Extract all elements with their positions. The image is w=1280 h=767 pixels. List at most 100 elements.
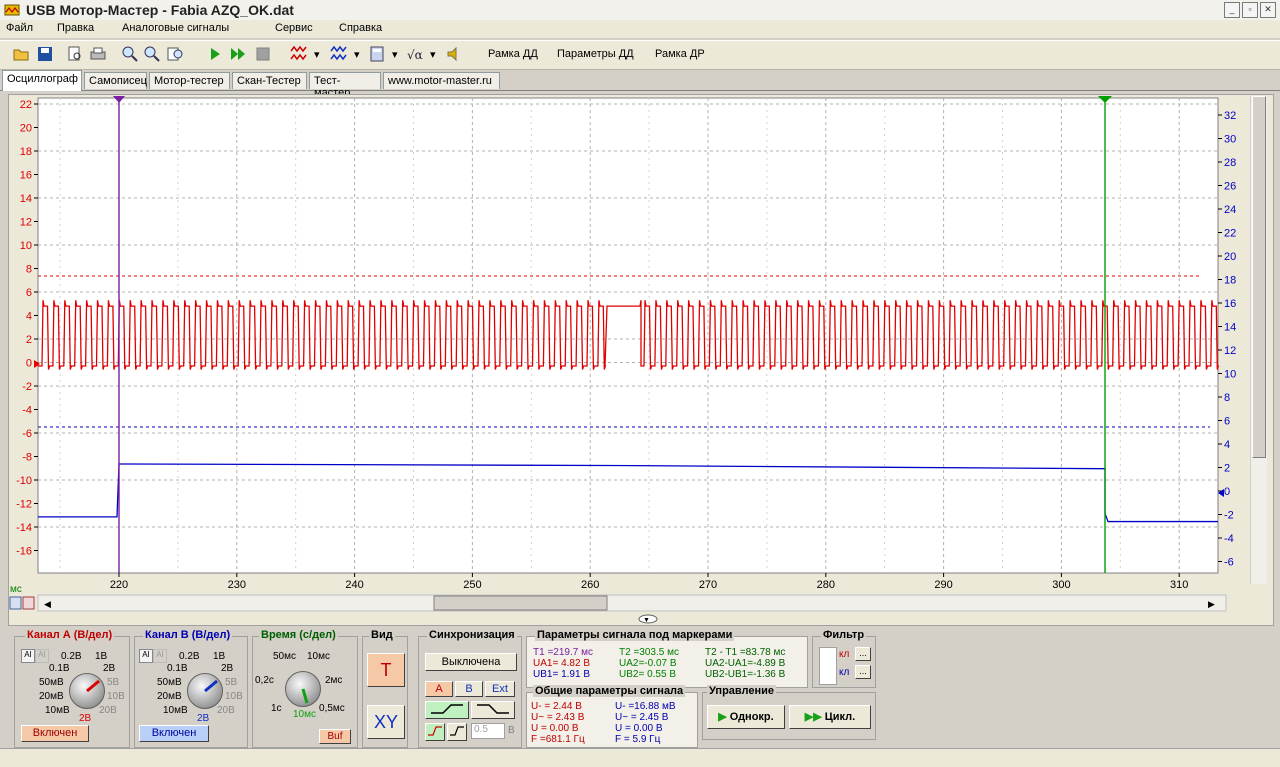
sync-off-button[interactable]: Выключена <box>425 653 517 671</box>
params-dd-button[interactable]: Параметры ДД <box>557 48 634 60</box>
play-cycle-icon: ▶▶ <box>804 711 822 723</box>
axis-b-label: 6 <box>1224 416 1230 428</box>
single-run-button[interactable]: ▶ Однокр. <box>707 705 785 729</box>
menu-service[interactable]: Сервис <box>275 22 313 34</box>
dropdown-arrow-icon[interactable]: ▾ <box>354 48 360 61</box>
save-icon[interactable] <box>36 45 54 63</box>
time-tick-label: 280 <box>817 579 835 591</box>
scale-label: 1В <box>95 651 108 662</box>
falling-edge-button[interactable] <box>471 701 515 719</box>
menu-edit[interactable]: Правка <box>57 22 94 34</box>
filter-b-label: кл <box>839 667 850 678</box>
manual-sync-button[interactable] <box>447 723 467 741</box>
cycle-run-label: Цикл. <box>824 711 856 723</box>
zoom-fit-icon[interactable] <box>166 45 184 63</box>
axis-a-label: -12 <box>16 499 32 511</box>
sync-channel-a-button[interactable]: A <box>425 681 453 697</box>
minimize-button[interactable]: _ <box>1224 2 1240 18</box>
chan-a-freq-value: F =681.1 Гц <box>531 734 585 745</box>
channel-b-zero-marker[interactable] <box>1218 489 1224 497</box>
auto-icon[interactable]: AI <box>21 649 35 663</box>
view-t-button[interactable]: T <box>367 653 405 687</box>
auto-off-icon[interactable]: AI <box>35 649 49 663</box>
frame-dd-button[interactable]: Рамка ДД <box>488 48 538 60</box>
tab-recorder[interactable]: Самописец <box>84 72 147 89</box>
print-icon[interactable] <box>89 45 107 63</box>
channel-b-enable-button[interactable]: Включен <box>139 725 209 742</box>
tab-test-master[interactable]: Тест-мастер <box>309 72 381 99</box>
sync-level-unit: В <box>508 725 515 736</box>
scroll-right-arrow-icon[interactable]: ▶ <box>1208 599 1215 609</box>
dropdown-arrow-icon[interactable]: ▾ <box>430 48 436 61</box>
restore-button[interactable]: ▫ <box>1242 2 1258 18</box>
signal-b-icon[interactable] <box>330 45 348 63</box>
menu-help[interactable]: Справка <box>339 22 382 34</box>
sound-icon[interactable] <box>445 45 463 63</box>
signal-a-icon[interactable] <box>290 45 308 63</box>
marker-ua2-value: UA2=-0.07 В <box>619 658 677 669</box>
vertical-scrollbar-thumb[interactable] <box>1252 96 1266 458</box>
auto-sync-icon <box>428 726 442 736</box>
play-icon[interactable] <box>206 45 224 63</box>
tab-scan-tester[interactable]: Скан-Тестер <box>232 72 307 89</box>
dropdown-arrow-icon[interactable]: ▾ <box>392 48 398 61</box>
stop-icon[interactable] <box>254 45 272 63</box>
marker-dt-value: T2 - T1 =83.78 мс <box>705 647 786 658</box>
axis-b-label: 12 <box>1224 345 1236 357</box>
view-xy-button[interactable]: XY <box>367 705 405 739</box>
tab-website[interactable]: www.motor-master.ru <box>383 72 500 89</box>
scroll-left-arrow-icon[interactable]: ◀ <box>44 599 51 609</box>
menu-analog[interactable]: Аналоговые сигналы <box>122 22 229 34</box>
sync-level-input[interactable]: 0.5 <box>471 723 505 739</box>
buffer-button[interactable]: Buf <box>319 729 351 744</box>
auto-off-icon[interactable]: AI <box>153 649 167 663</box>
toolbar: ▾ ▾ ▾ √α ▾ Рамка ДД Параметры ДД Рамка Д… <box>0 40 1280 70</box>
rising-edge-button[interactable] <box>425 701 469 719</box>
zoom-out-time-button[interactable] <box>9 596 22 610</box>
general-params-title: Общие параметры сигнала <box>533 685 686 697</box>
filter-b-settings-button[interactable]: ... <box>855 665 871 679</box>
open-folder-icon[interactable] <box>12 45 30 63</box>
calculator-icon[interactable] <box>368 45 386 63</box>
sync-ext-button[interactable]: Ext <box>485 681 515 697</box>
zoom-out-icon[interactable] <box>143 45 161 63</box>
marker-params-group: Параметры сигнала под маркерами T1 =219.… <box>526 629 808 688</box>
channel-a-enable-button[interactable]: Включен <box>21 725 89 742</box>
sync-channel-b-button[interactable]: B <box>455 681 483 697</box>
time-tick-label: 230 <box>228 579 246 591</box>
scale-label: 5В <box>225 677 238 688</box>
vertical-scrollbar[interactable] <box>1250 96 1267 584</box>
chan-a-dc-value: U- = 2.44 В <box>531 701 582 712</box>
auto-icon[interactable]: AI <box>139 649 153 663</box>
scale-label: 50мВ <box>39 677 64 688</box>
filter-a-settings-button[interactable]: ... <box>855 647 871 661</box>
chevron-down-icon[interactable]: ▼ <box>643 617 650 624</box>
axis-a-label: 2 <box>26 334 32 346</box>
menu-file[interactable]: Файл <box>6 22 33 34</box>
axis-b-label: 4 <box>1224 439 1230 451</box>
dropdown-arrow-icon[interactable]: ▾ <box>314 48 320 61</box>
scale-label: 0.2В <box>61 651 82 662</box>
axis-b-label: 24 <box>1224 204 1236 216</box>
plot-area[interactable] <box>37 97 1219 574</box>
scale-label: 10В <box>225 691 243 702</box>
close-button[interactable]: ✕ <box>1260 2 1276 18</box>
zoom-in-time-button[interactable] <box>22 596 35 610</box>
horizontal-scrollbar[interactable] <box>37 594 1227 612</box>
scale-label: 10В <box>107 691 125 702</box>
auto-sync-button[interactable] <box>425 723 445 741</box>
chan-a-ac-value: U~ = 2.43 В <box>531 712 585 723</box>
tab-motor-tester[interactable]: Мотор-тестер <box>149 72 230 89</box>
tab-oscilloscope[interactable]: Осциллограф <box>2 70 82 91</box>
marker-ub1-value: UB1= 1.91 В <box>533 669 590 680</box>
zoom-in-icon[interactable] <box>121 45 139 63</box>
math-function-icon[interactable]: √α <box>406 45 424 63</box>
scale-label: 10мВ <box>163 705 188 716</box>
time-unit-label: мс <box>10 584 22 595</box>
play-cycle-icon[interactable] <box>229 45 247 63</box>
horizontal-scrollbar-thumb[interactable] <box>433 595 608 611</box>
time-tick-label: 290 <box>934 579 952 591</box>
print-preview-icon[interactable] <box>66 45 84 63</box>
frame-dr-button[interactable]: Рамка ДР <box>655 48 705 60</box>
cycle-run-button[interactable]: ▶▶ Цикл. <box>789 705 871 729</box>
